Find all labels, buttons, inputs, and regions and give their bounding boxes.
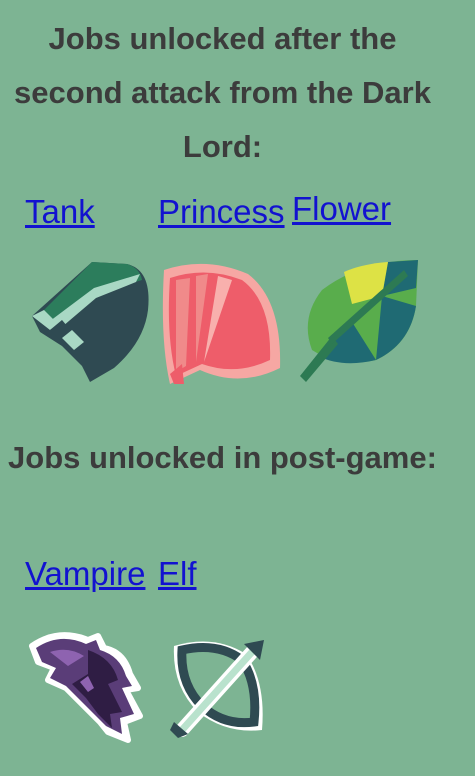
section-heading-post-game: Jobs unlocked in post-game: [8, 440, 437, 475]
section-heading-second-attack: Jobs unlocked after the second attack fr… [14, 21, 431, 164]
elf-bow-icon[interactable] [164, 634, 272, 742]
tank-icon[interactable] [24, 258, 152, 386]
princess-link[interactable]: Princess [158, 192, 285, 232]
vampire-link[interactable]: Vampire [25, 554, 145, 594]
flower-leaf-icon[interactable] [292, 256, 422, 384]
flower-link[interactable]: Flower [292, 189, 391, 229]
princess-fan-icon[interactable] [156, 260, 286, 384]
tank-link[interactable]: Tank [25, 192, 95, 232]
elf-link[interactable]: Elf [158, 554, 197, 594]
tank-shield-shape [32, 262, 149, 382]
vampire-bat-icon[interactable] [28, 628, 146, 744]
